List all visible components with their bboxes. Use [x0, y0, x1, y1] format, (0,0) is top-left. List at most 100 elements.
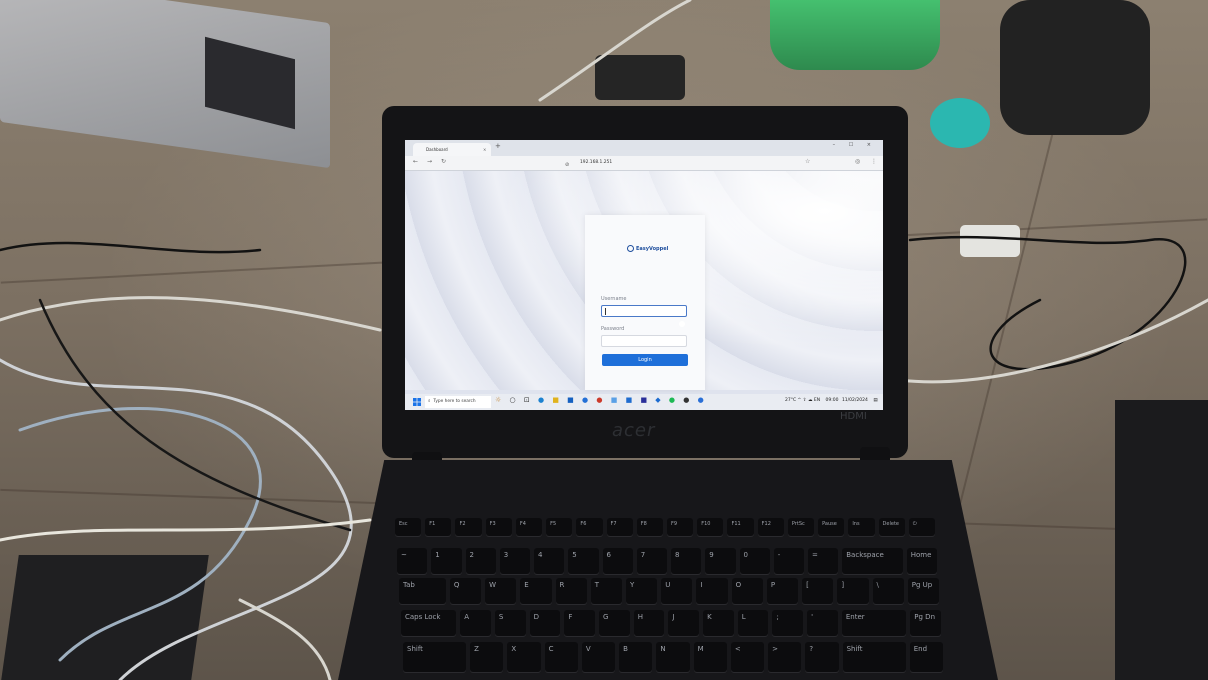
keyboard-key[interactable]: 9 [705, 548, 736, 574]
keyboard-key[interactable]: PrtSc [787, 518, 815, 536]
keyboard-key[interactable]: F1 [425, 518, 452, 536]
keyboard-key[interactable]: 6 [602, 548, 633, 574]
keyboard-key[interactable]: F6 [576, 518, 603, 536]
keyboard-key[interactable]: Pg Up [907, 578, 939, 604]
keyboard-key[interactable]: Ins [848, 518, 875, 536]
notification-icon[interactable]: ▤ [873, 398, 877, 403]
keyboard-key[interactable]: F8 [636, 518, 663, 536]
store-icon[interactable]: ■ [567, 396, 577, 404]
dropbox-icon[interactable]: ◆ [655, 396, 663, 404]
system-tray[interactable]: 27°C ^ ⇧ ☁ EN 09:00 11/02/2024 ▤ [785, 398, 878, 403]
keyboard-key[interactable]: H [633, 610, 665, 636]
windows-start-icon[interactable] [413, 398, 421, 406]
bookmark-star-icon[interactable]: ☆ [805, 158, 810, 165]
keyboard-key[interactable]: ? [805, 642, 839, 672]
chrome-icon[interactable]: ● [698, 396, 707, 404]
keyboard-key[interactable]: 8 [671, 548, 702, 574]
keyboard-key[interactable]: 1 [431, 548, 462, 574]
keyboard-key[interactable]: C [544, 642, 578, 672]
keyboard-key[interactable]: E [520, 578, 552, 604]
keyboard-key[interactable]: ~ [397, 548, 428, 574]
profile-icon[interactable]: ◎ [855, 158, 860, 165]
widgets-icon[interactable]: ⊡ [524, 396, 533, 404]
keyboard-key[interactable]: 3 [499, 548, 530, 574]
keyboard-key[interactable]: F5 [546, 518, 573, 536]
window-controls[interactable]: – ☐ × [833, 142, 877, 148]
app-icon[interactable]: ● [582, 396, 591, 404]
new-tab-button[interactable]: + [495, 142, 501, 150]
keyboard-key[interactable]: - [773, 548, 804, 574]
keyboard-key[interactable]: Backspace [842, 548, 903, 574]
keyboard-key[interactable]: Home [906, 548, 937, 574]
keyboard-key[interactable]: ; [772, 610, 804, 636]
keyboard-key[interactable]: = [808, 548, 839, 574]
login-button[interactable]: Login [602, 354, 688, 366]
keyboard-key[interactable]: V [581, 642, 616, 672]
keyboard-key[interactable]: P [766, 578, 799, 604]
keyboard-key[interactable]: ] [837, 578, 869, 604]
app-icon[interactable]: ■ [611, 396, 621, 404]
back-arrow-icon[interactable]: ← [413, 158, 418, 165]
keyboard-key[interactable]: Tab [399, 578, 446, 604]
keyboard-key[interactable]: J [668, 610, 700, 636]
keyboard-key[interactable]: R [555, 578, 587, 604]
keyboard-key[interactable]: [ [802, 578, 834, 604]
keyboard-key[interactable]: \ [872, 578, 904, 604]
app-icon[interactable]: ■ [640, 396, 650, 404]
keyboard-key[interactable]: F10 [697, 518, 724, 536]
keyboard-key[interactable]: F7 [606, 518, 633, 536]
app-icon[interactable]: ■ [626, 396, 636, 404]
page-info-icon[interactable]: ⊘ [565, 160, 569, 170]
keyboard-key[interactable]: Shift [403, 642, 467, 672]
keyboard-key[interactable]: D [529, 610, 561, 636]
keyboard-key[interactable]: Pg Dn [910, 610, 941, 636]
keyboard-key[interactable]: Enter [841, 610, 907, 636]
keyboard-key[interactable]: F11 [727, 518, 754, 536]
keyboard-key[interactable]: O [731, 578, 763, 604]
keyboard-key[interactable]: 0 [739, 548, 770, 574]
keyboard-key[interactable]: 4 [534, 548, 565, 574]
keyboard-key[interactable]: A [460, 610, 491, 636]
keyboard-key[interactable]: Z [470, 642, 504, 672]
app-icon[interactable]: ● [596, 396, 605, 404]
keyboard-key[interactable]: Q [449, 578, 482, 604]
keyboard-key[interactable]: N [656, 642, 690, 672]
keyboard-key[interactable]: F4 [515, 518, 543, 536]
keyboard-key[interactable]: F2 [455, 518, 482, 536]
eye-icon[interactable] [679, 321, 685, 327]
keyboard-key[interactable]: Y [625, 578, 658, 604]
keyboard-key[interactable]: B [619, 642, 653, 672]
keyboard-key[interactable]: ⏻ [908, 518, 935, 536]
keyboard-key[interactable]: Esc [395, 518, 422, 536]
keyboard-key[interactable]: F [564, 610, 595, 636]
keyboard-key[interactable]: I [696, 578, 728, 604]
keyboard-key[interactable]: W [485, 578, 517, 604]
keyboard-key[interactable]: ' [807, 610, 838, 636]
keyboard-key[interactable]: > [768, 642, 802, 672]
keyboard-key[interactable]: F3 [485, 518, 512, 536]
keyboard-key[interactable]: F12 [757, 518, 784, 536]
close-icon[interactable]: × [483, 143, 486, 156]
weather-widget-icon[interactable]: ☼ [495, 396, 504, 404]
keyboard-key[interactable]: < [730, 642, 765, 672]
browser-tab[interactable]: Dashboard × [413, 143, 491, 156]
keyboard-key[interactable]: L [737, 610, 769, 636]
keyboard-key[interactable]: G [599, 610, 630, 636]
keyboard-key[interactable]: Shift [842, 642, 906, 672]
edge-icon[interactable]: ● [538, 396, 547, 404]
task-view-icon[interactable]: ○ [510, 396, 519, 404]
keyboard-key[interactable]: K [703, 610, 734, 636]
keyboard-key[interactable]: M [693, 642, 727, 672]
reload-icon[interactable]: ↻ [441, 158, 446, 165]
menu-dots-icon[interactable]: ⋮ [871, 158, 877, 165]
keyboard-key[interactable]: S [494, 610, 526, 636]
keyboard-key[interactable]: 5 [568, 548, 599, 574]
keyboard-key[interactable]: 2 [465, 548, 496, 574]
file-explorer-icon[interactable]: ■ [552, 396, 562, 404]
keyboard-key[interactable]: F9 [667, 518, 694, 536]
password-input[interactable] [601, 335, 687, 347]
keyboard-key[interactable]: X [507, 642, 541, 672]
app-icon[interactable]: ● [683, 396, 692, 404]
app-icon[interactable]: ● [669, 396, 678, 404]
keyboard-key[interactable]: 7 [636, 548, 667, 574]
